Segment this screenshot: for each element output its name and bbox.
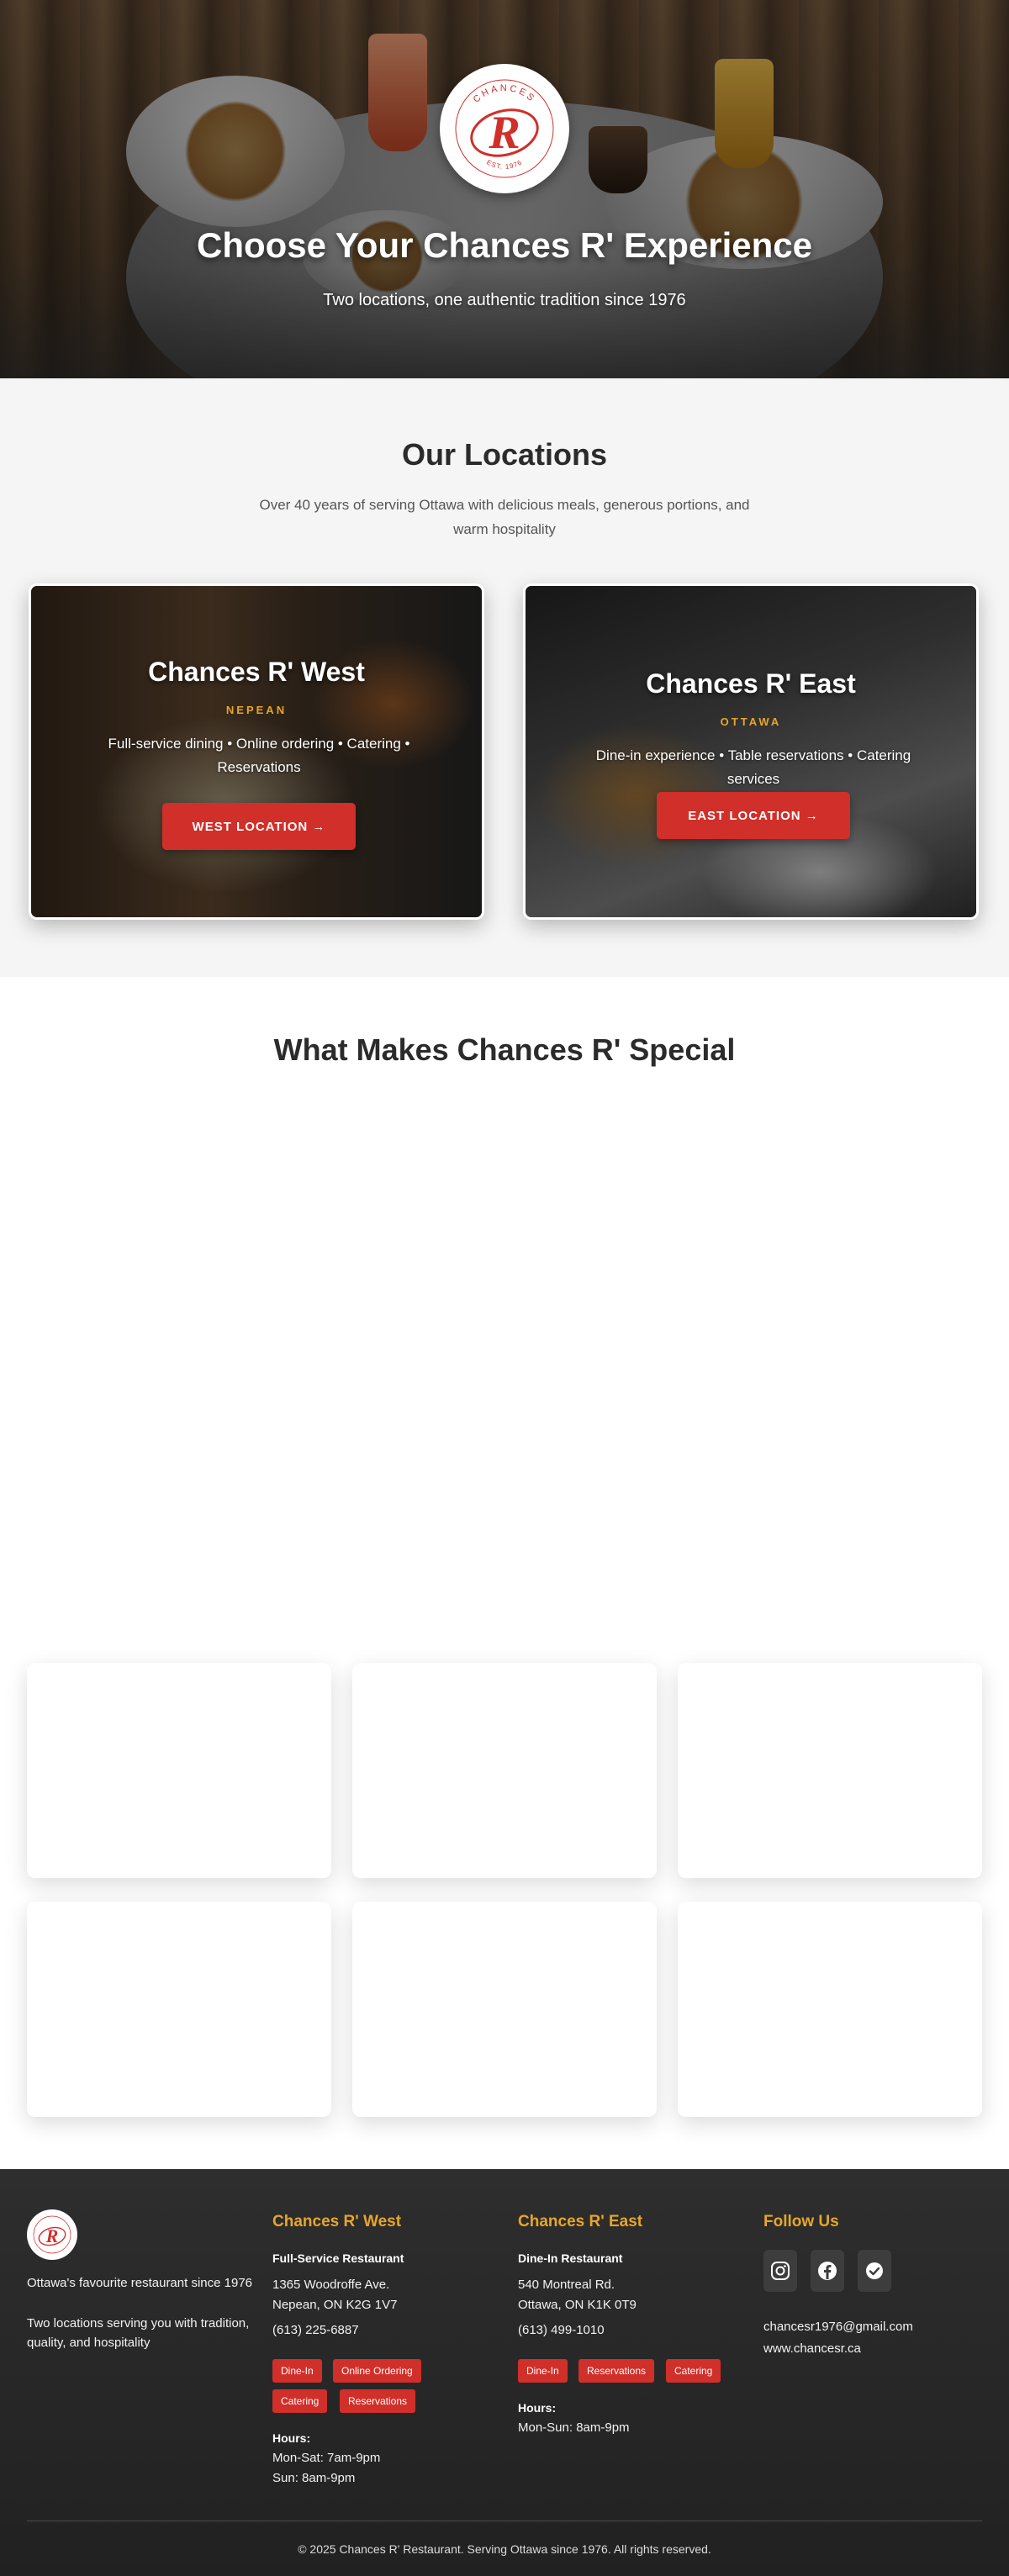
footer-copyright: © 2025 Chances R' Restaurant. Serving Ot… xyxy=(298,2542,711,2556)
footer-east-hours-label: Hours: xyxy=(518,2401,557,2415)
card-description: Full-service dining • Online ordering • … xyxy=(108,736,410,775)
locations-description: Over 40 years of serving Ottawa with del… xyxy=(259,497,750,537)
chances-r-logo-icon: R xyxy=(33,2215,71,2254)
card-area-label: NEPEAN xyxy=(225,704,288,716)
footer-west-heading: Chances R' West xyxy=(272,2213,402,2230)
footer-west-hours-label: Hours: xyxy=(272,2431,311,2445)
tag-reservations: Reservations xyxy=(578,2359,655,2383)
footer-east-address2: Ottawa, ON K1K 0T9 xyxy=(518,2298,637,2312)
hero-section: CHANCES R EST. 1976 Choose Your Chances … xyxy=(0,0,1009,378)
location-card-east[interactable]: Chances R' East OTTAWA Dine-in experienc… xyxy=(523,583,979,920)
verified-icon xyxy=(866,2262,883,2279)
footer-east-hours1: Mon-Sun: 8am-9pm xyxy=(518,2420,630,2435)
feature-card xyxy=(352,1663,657,1878)
tag-catering: Catering xyxy=(272,2389,328,2413)
feature-card xyxy=(678,1663,982,1878)
footer-west-hours2: Sun: 8am-9pm xyxy=(272,2471,356,2485)
instagram-link[interactable] xyxy=(763,2250,797,2292)
west-location-button[interactable]: WEST LOCATION → xyxy=(162,803,356,850)
footer-west-phone[interactable]: (613) 225-6887 xyxy=(272,2320,359,2340)
hero-subtitle: Two locations, one authentic tradition s… xyxy=(323,291,686,309)
svg-text:R: R xyxy=(488,107,520,159)
footer-east-phone[interactable]: (613) 499-1010 xyxy=(518,2320,605,2340)
footer-email-link[interactable]: chancesr1976@gmail.com xyxy=(763,2317,913,2336)
svg-text:R: R xyxy=(45,2225,59,2246)
svg-text:EST. 1976: EST. 1976 xyxy=(485,158,524,171)
east-location-button[interactable]: EAST LOCATION → xyxy=(657,792,850,839)
brand-logo[interactable]: CHANCES R EST. 1976 xyxy=(440,64,569,193)
footer-logo[interactable]: R xyxy=(27,2209,77,2260)
locations-title: Our Locations xyxy=(401,437,608,472)
footer-west-address2: Nepean, ON K2G 1V7 xyxy=(272,2298,398,2312)
footer-east-heading: Chances R' East xyxy=(518,2213,643,2230)
footer-website-link[interactable]: www.chancesr.ca xyxy=(763,2339,861,2358)
footer-about-line2: Two locations serving you with tradition… xyxy=(27,2316,250,2350)
site-footer: R Ottawa's favourite restaurant since 19… xyxy=(0,2169,1009,2576)
location-card-west[interactable]: Chances R' West NEPEAN Full-service dini… xyxy=(29,583,484,920)
footer-follow-heading: Follow Us xyxy=(763,2213,839,2230)
footer-west-hours1: Mon-Sat: 7am-9pm xyxy=(272,2451,381,2465)
feature-card xyxy=(27,1663,331,1878)
footer-west-type: Full-Service Restaurant xyxy=(272,2251,404,2265)
instagram-icon xyxy=(771,2262,790,2280)
tag-online-ordering: Online Ordering xyxy=(333,2359,421,2383)
feature-card xyxy=(678,1902,982,2117)
footer-west-address1: 1365 Woodroffe Ave. xyxy=(272,2278,390,2292)
footer-east-address1: 540 Montreal Rd. xyxy=(518,2278,615,2292)
feature-card xyxy=(27,1902,331,2117)
facebook-link[interactable] xyxy=(811,2250,844,2292)
footer-east-type: Dine-In Restaurant xyxy=(518,2251,623,2265)
feature-card xyxy=(352,1902,657,2117)
tag-dine-in: Dine-In xyxy=(518,2359,568,2383)
chances-r-logo-icon: CHANCES R EST. 1976 xyxy=(455,79,554,178)
verified-link[interactable] xyxy=(858,2250,891,2292)
special-section-title: What Makes Chances R' Special xyxy=(273,1032,736,1067)
footer-about-line1: Ottawa's favourite restaurant since 1976 xyxy=(27,2276,253,2290)
card-description: Dine-in experience • Table reservations … xyxy=(595,747,911,787)
tag-catering: Catering xyxy=(666,2359,721,2383)
tag-reservations: Reservations xyxy=(340,2389,416,2413)
card-title: Chances R' East xyxy=(646,668,856,699)
svg-text:CHANCES: CHANCES xyxy=(472,83,538,105)
hero-title: Choose Your Chances R' Experience xyxy=(196,225,812,265)
card-title: Chances R' West xyxy=(148,657,365,687)
tag-dine-in: Dine-In xyxy=(272,2359,322,2383)
locations-section: Our Locations Over 40 years of serving O… xyxy=(0,378,1009,977)
card-area-label: OTTAWA xyxy=(720,715,782,728)
facebook-icon xyxy=(818,2262,837,2280)
